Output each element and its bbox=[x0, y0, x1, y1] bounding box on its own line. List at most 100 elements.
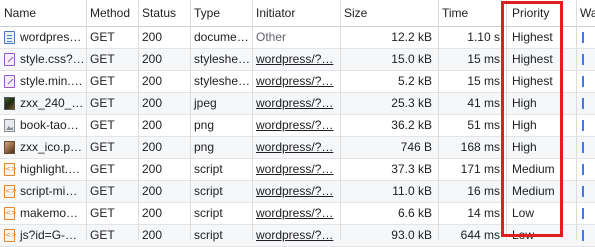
request-type: png bbox=[194, 118, 215, 132]
request-name-cell[interactable]: wordpres… bbox=[0, 27, 86, 48]
request-name: style.css?… bbox=[20, 52, 85, 66]
request-initiator-cell[interactable]: wordpress/?… bbox=[252, 225, 340, 246]
column-header-status[interactable]: Status bbox=[138, 0, 190, 26]
column-header-priority[interactable]: Priority bbox=[506, 0, 576, 26]
request-type: jpeg bbox=[194, 96, 217, 110]
request-priority: High bbox=[512, 140, 537, 154]
column-header-initiator[interactable]: Initiator bbox=[252, 0, 340, 26]
request-name: script-mi… bbox=[20, 184, 78, 198]
request-name-cell[interactable]: js?id=G-… bbox=[0, 225, 86, 246]
waterfall-bar bbox=[582, 54, 584, 65]
request-priority: Low bbox=[512, 206, 535, 220]
request-initiator-cell[interactable]: wordpress/?… bbox=[252, 115, 340, 136]
request-time: 16 ms bbox=[467, 184, 500, 198]
request-initiator[interactable]: wordpress/?… bbox=[256, 140, 333, 154]
waterfall-cell bbox=[576, 93, 595, 114]
request-method: GET bbox=[90, 184, 115, 198]
request-name-cell[interactable]: zxx_240_… bbox=[0, 93, 86, 114]
stylesheet-icon bbox=[4, 53, 15, 66]
request-initiator-cell: Other bbox=[252, 27, 340, 48]
request-initiator[interactable]: wordpress/?… bbox=[256, 74, 333, 88]
column-header-waterfall[interactable]: Wa bbox=[576, 0, 595, 26]
request-priority: Highest bbox=[512, 52, 553, 66]
request-status: 200 bbox=[142, 118, 163, 132]
column-divider[interactable] bbox=[252, 0, 253, 240]
request-initiator-cell[interactable]: wordpress/?… bbox=[252, 49, 340, 70]
request-name-cell[interactable]: zxx_ico.p… bbox=[0, 137, 86, 158]
request-size: 93.0 kB bbox=[391, 228, 432, 242]
column-header-time[interactable]: Time bbox=[438, 0, 506, 26]
request-priority: Medium bbox=[512, 162, 555, 176]
stylesheet-icon bbox=[4, 75, 15, 88]
request-initiator-cell[interactable]: wordpress/?… bbox=[252, 181, 340, 202]
request-method: GET bbox=[90, 118, 115, 132]
waterfall-bar bbox=[582, 208, 584, 219]
request-name-cell[interactable]: makemo… bbox=[0, 203, 86, 224]
waterfall-cell bbox=[576, 225, 595, 246]
request-initiator-cell[interactable]: wordpress/?… bbox=[252, 93, 340, 114]
waterfall-cell bbox=[576, 71, 595, 92]
request-initiator[interactable]: wordpress/?… bbox=[256, 162, 333, 176]
request-initiator[interactable]: wordpress/?… bbox=[256, 52, 333, 66]
request-method: GET bbox=[90, 74, 115, 88]
waterfall-cell bbox=[576, 137, 595, 158]
request-priority: High bbox=[512, 118, 537, 132]
column-header-size[interactable]: Size bbox=[340, 0, 438, 26]
request-method: GET bbox=[90, 140, 115, 154]
waterfall-cell bbox=[576, 27, 595, 48]
request-size: 12.2 kB bbox=[391, 30, 432, 44]
request-name-cell[interactable]: book-tao… bbox=[0, 115, 86, 136]
request-name-cell[interactable]: style.css?… bbox=[0, 49, 86, 70]
waterfall-bar bbox=[582, 186, 584, 197]
request-initiator[interactable]: wordpress/?… bbox=[256, 184, 333, 198]
request-time: 14 ms bbox=[467, 206, 500, 220]
request-name-cell[interactable]: highlight.… bbox=[0, 159, 86, 180]
column-divider[interactable] bbox=[438, 0, 439, 240]
request-type: docume… bbox=[194, 30, 249, 44]
waterfall-cell bbox=[576, 181, 595, 202]
request-name: zxx_ico.p… bbox=[20, 140, 83, 154]
request-name: style.min.… bbox=[20, 74, 83, 88]
request-time: 15 ms bbox=[467, 74, 500, 88]
waterfall-bar bbox=[582, 164, 584, 175]
column-header-name[interactable]: Name bbox=[0, 0, 86, 26]
request-method: GET bbox=[90, 162, 115, 176]
request-status: 200 bbox=[142, 206, 163, 220]
request-time: 51 ms bbox=[467, 118, 500, 132]
waterfall-bar bbox=[582, 230, 584, 241]
request-initiator[interactable]: wordpress/?… bbox=[256, 96, 333, 110]
request-initiator-cell[interactable]: wordpress/?… bbox=[252, 159, 340, 180]
request-initiator-cell[interactable]: wordpress/?… bbox=[252, 137, 340, 158]
request-priority: Highest bbox=[512, 30, 553, 44]
column-divider[interactable] bbox=[190, 0, 191, 240]
document-icon bbox=[4, 31, 15, 44]
script-icon bbox=[4, 207, 15, 220]
request-name: wordpres… bbox=[20, 30, 82, 44]
column-divider[interactable] bbox=[340, 0, 341, 240]
column-divider[interactable] bbox=[138, 0, 139, 240]
request-size: 5.2 kB bbox=[397, 74, 432, 88]
waterfall-cell bbox=[576, 203, 595, 224]
request-size: 37.3 kB bbox=[391, 162, 432, 176]
column-header-type[interactable]: Type bbox=[190, 0, 252, 26]
request-initiator-cell[interactable]: wordpress/?… bbox=[252, 71, 340, 92]
request-time: 171 ms bbox=[460, 162, 500, 176]
column-divider[interactable] bbox=[576, 0, 577, 240]
column-divider[interactable] bbox=[86, 0, 87, 240]
request-time: 644 ms bbox=[460, 228, 500, 242]
request-initiator[interactable]: wordpress/?… bbox=[256, 206, 333, 220]
column-header-method[interactable]: Method bbox=[86, 0, 138, 26]
request-name: book-tao… bbox=[20, 118, 79, 132]
request-name-cell[interactable]: style.min.… bbox=[0, 71, 86, 92]
column-divider[interactable] bbox=[506, 0, 507, 240]
request-method: GET bbox=[90, 228, 115, 242]
request-name-cell[interactable]: script-mi… bbox=[0, 181, 86, 202]
request-initiator[interactable]: wordpress/?… bbox=[256, 118, 333, 132]
script-icon bbox=[4, 229, 15, 242]
request-type: png bbox=[194, 140, 215, 154]
request-priority: Low bbox=[512, 228, 535, 242]
waterfall-bar bbox=[582, 142, 584, 153]
request-type: script bbox=[194, 228, 223, 242]
request-type: script bbox=[194, 206, 223, 220]
request-initiator-cell[interactable]: wordpress/?… bbox=[252, 203, 340, 224]
